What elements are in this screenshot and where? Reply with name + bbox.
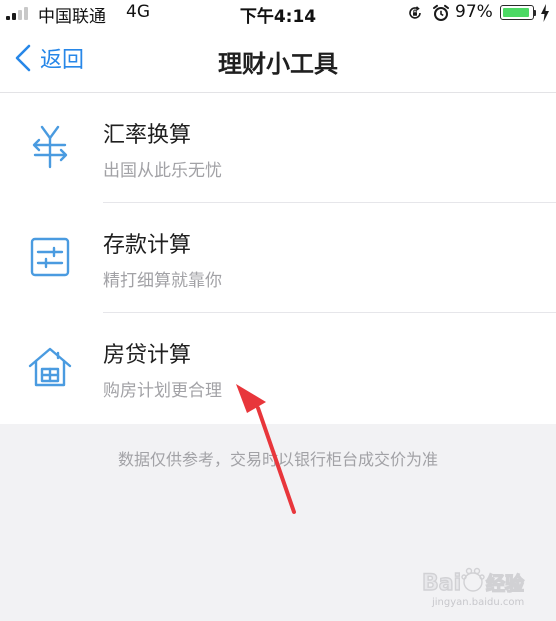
deposit-sliders-icon bbox=[30, 237, 70, 277]
tool-subtitle: 精打细算就靠你 bbox=[103, 271, 222, 291]
tools-list: 汇率换算 出国从此乐无忧 存款计算 精打细算就靠你 房贷计算 购房计划更合理 bbox=[0, 93, 556, 424]
baidu-jingyan-watermark: Bai 经验 jingyan.baidu.com bbox=[421, 567, 526, 608]
tool-subtitle: 出国从此乐无忧 bbox=[103, 161, 222, 181]
charging-bolt-icon bbox=[541, 4, 549, 22]
tool-title: 存款计算 bbox=[103, 233, 192, 258]
battery-icon bbox=[500, 5, 534, 20]
tool-item-deposit[interactable]: 存款计算 精打细算就靠你 bbox=[0, 203, 556, 313]
disclaimer-text: 数据仅供参考，交易时以银行柜台成交价为准 bbox=[117, 450, 438, 469]
battery-percent: 97% bbox=[455, 2, 493, 22]
status-bar: 中国联通 4G 下午4:14 97% bbox=[0, 0, 556, 27]
navigation-bar: 返回 理财小工具 bbox=[0, 26, 556, 93]
yen-exchange-icon bbox=[32, 125, 68, 169]
tool-item-mortgage[interactable]: 房贷计算 购房计划更合理 bbox=[0, 313, 556, 423]
tool-title: 房贷计算 bbox=[103, 343, 192, 368]
battery-tip bbox=[534, 10, 536, 16]
battery-level-fill bbox=[503, 8, 529, 17]
house-icon bbox=[28, 347, 72, 387]
page-title: 理财小工具 bbox=[218, 50, 338, 78]
svg-text:Bai: Bai bbox=[422, 571, 461, 596]
alarm-icon bbox=[433, 4, 449, 21]
rotation-lock-icon bbox=[409, 6, 421, 19]
tool-title: 汇率换算 bbox=[103, 123, 192, 148]
svg-text:jingyan.baidu.com: jingyan.baidu.com bbox=[431, 597, 524, 608]
tool-item-exchange[interactable]: 汇率换算 出国从此乐无忧 bbox=[0, 93, 556, 203]
tool-subtitle: 购房计划更合理 bbox=[103, 381, 222, 401]
svg-text:经验: 经验 bbox=[486, 572, 525, 595]
